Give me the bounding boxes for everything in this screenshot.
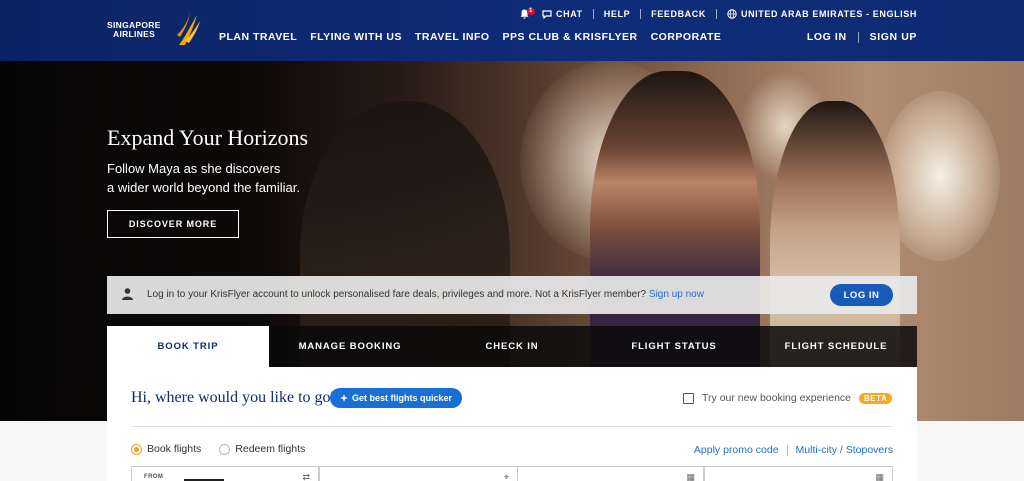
radio-redeem-flights-label: Redeem flights — [235, 443, 306, 455]
from-field[interactable]: FROM ⇄ — [131, 466, 319, 481]
booking-panel: Hi, where would you like to go? Get best… — [107, 367, 917, 481]
new-experience-label: Try our new booking experience — [702, 392, 852, 404]
krisflyer-login-button[interactable]: LOG IN — [830, 284, 893, 306]
tab-book-trip[interactable]: BOOK TRIP — [107, 326, 269, 367]
logo-line2: AIRLINES — [113, 29, 156, 39]
user-icon — [122, 288, 133, 300]
logo-wordmark: SINGAPORE AIRLINES — [107, 21, 161, 39]
login-link[interactable]: LOG IN — [807, 31, 847, 43]
bell-icon: 1 — [520, 8, 535, 19]
radio-indicator — [219, 443, 231, 455]
signup-link[interactable]: SIGN UP — [870, 31, 917, 43]
booking-links: Apply promo code Multi-city / Stopovers — [694, 444, 893, 456]
sparkle-icon — [340, 394, 348, 402]
krisflyer-message-text: Log in to your KrisFlyer account to unlo… — [147, 289, 647, 300]
swap-icon[interactable]: ⇄ — [302, 472, 310, 481]
new-experience-checkbox[interactable] — [683, 392, 694, 404]
chat-link[interactable]: CHAT — [542, 9, 583, 19]
location-pin-icon: ⌖ — [503, 472, 509, 481]
booking-greeting: Hi, where would you like to go? — [131, 389, 338, 406]
hero-subtitle-line1: Follow Maya as she discovers — [107, 161, 281, 176]
globe-icon — [727, 9, 737, 19]
notifications[interactable]: 1 — [520, 8, 535, 19]
hero-subtitle: Follow Maya as she discovers a wider wor… — [107, 159, 367, 197]
singapore-airlines-logo[interactable]: SINGAPORE AIRLINES — [107, 11, 202, 47]
divider — [640, 9, 642, 19]
tab-check-in[interactable]: CHECK IN — [431, 326, 593, 367]
to-field[interactable]: ⌖ — [319, 466, 518, 481]
signup-now-link[interactable]: Sign up now — [649, 289, 704, 300]
help-link[interactable]: HELP — [604, 9, 630, 19]
chat-label: CHAT — [556, 9, 583, 19]
hero-subtitle-line2: a wider world beyond the familiar. — [107, 180, 300, 195]
utility-bar: 1 CHAT HELP FEEDBACK UNITED ARAB EMIRATE… — [520, 8, 917, 20]
beta-badge: BETA — [859, 392, 893, 404]
calendar-icon: ▦ — [686, 472, 695, 481]
tab-manage-booking[interactable]: MANAGE BOOKING — [269, 326, 431, 367]
main-navigation: PLAN TRAVEL FLYING WITH US TRAVEL INFO P… — [219, 31, 721, 43]
booking-type-radios: Book flights Redeem flights — [131, 443, 305, 455]
bird-logo-icon — [177, 13, 200, 45]
radio-book-flights-label: Book flights — [147, 443, 202, 455]
region-selector[interactable]: UNITED ARAB EMIRATES - ENGLISH — [727, 9, 917, 19]
get-best-flights-button[interactable]: Get best flights quicker — [330, 388, 463, 408]
nav-pps-club-krisflyer[interactable]: PPS CLUB & KRISFLYER — [503, 31, 638, 43]
get-best-flights-label: Get best flights quicker — [352, 393, 453, 403]
nav-corporate[interactable]: CORPORATE — [651, 31, 722, 43]
new-booking-experience-toggle[interactable]: Try our new booking experience BETA — [683, 392, 893, 404]
apply-promo-code-link[interactable]: Apply promo code — [694, 444, 779, 456]
radio-selected-indicator — [131, 443, 142, 455]
from-label: FROM — [144, 474, 164, 480]
divider — [131, 426, 893, 427]
nav-travel-info[interactable]: TRAVEL INFO — [415, 31, 490, 43]
feedback-link[interactable]: FEEDBACK — [651, 9, 706, 19]
divider — [786, 444, 788, 456]
radio-redeem-flights[interactable]: Redeem flights — [219, 443, 305, 455]
region-label: UNITED ARAB EMIRATES - ENGLISH — [740, 9, 917, 19]
divider — [715, 9, 717, 19]
calendar-icon: ▦ — [875, 472, 884, 481]
booking-fields: FROM ⇄ ⌖ ▦ ▦ — [131, 466, 893, 481]
depart-date-field[interactable]: ▦ — [517, 466, 704, 481]
chat-icon — [542, 9, 552, 19]
booking-tabs: BOOK TRIP MANAGE BOOKING CHECK IN FLIGHT… — [107, 326, 917, 367]
notification-badge: 1 — [527, 8, 535, 15]
divider — [857, 31, 859, 43]
hero-title: Expand Your Horizons — [107, 125, 309, 150]
krisflyer-login-banner: Log in to your KrisFlyer account to unlo… — [107, 276, 917, 314]
nav-plan-travel[interactable]: PLAN TRAVEL — [219, 31, 297, 43]
return-date-field[interactable]: ▦ — [704, 466, 893, 481]
multi-city-link[interactable]: Multi-city / Stopovers — [796, 444, 893, 456]
krisflyer-message: Log in to your KrisFlyer account to unlo… — [147, 289, 704, 300]
tab-flight-status[interactable]: FLIGHT STATUS — [593, 326, 755, 367]
divider — [592, 9, 594, 19]
tab-flight-schedule[interactable]: FLIGHT SCHEDULE — [755, 326, 917, 367]
auth-navigation: LOG IN SIGN UP — [807, 31, 917, 43]
radio-book-flights[interactable]: Book flights — [131, 443, 201, 455]
nav-flying-with-us[interactable]: FLYING WITH US — [310, 31, 402, 43]
discover-more-button[interactable]: DISCOVER MORE — [107, 210, 239, 238]
site-header: SINGAPORE AIRLINES 1 CHAT HELP FEEDBACK … — [0, 0, 1024, 61]
